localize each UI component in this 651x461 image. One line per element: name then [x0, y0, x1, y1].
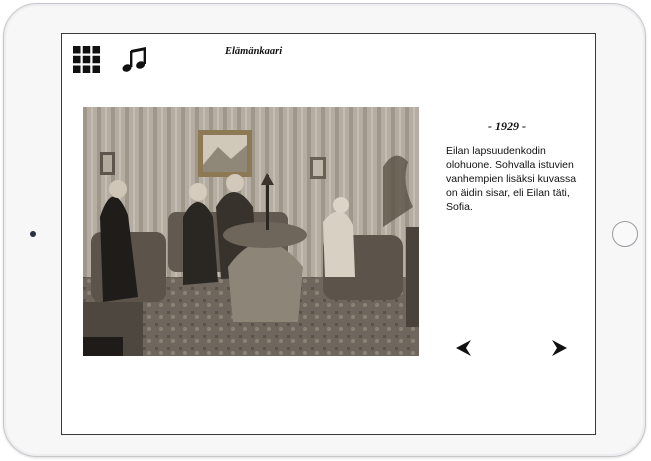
- photo-caption: Eilan lapsuudenkodin olohuone. Sohvalla …: [446, 145, 577, 213]
- tablet-frame: Elämänkaari - 1929 - Eilan lapsuudenkodi…: [3, 3, 646, 457]
- home-button[interactable]: [612, 221, 638, 247]
- year-label: - 1929 -: [488, 119, 526, 133]
- family-living-room-photo: [83, 107, 419, 356]
- grid-menu-icon[interactable]: [73, 46, 100, 73]
- front-camera: [30, 231, 36, 237]
- music-note-icon[interactable]: [122, 46, 148, 74]
- app-screen: Elämänkaari - 1929 - Eilan lapsuudenkodi…: [61, 33, 596, 435]
- app-title: Elämänkaari: [225, 46, 283, 57]
- arrow-right-icon[interactable]: [551, 339, 569, 357]
- arrow-left-icon[interactable]: [454, 339, 472, 357]
